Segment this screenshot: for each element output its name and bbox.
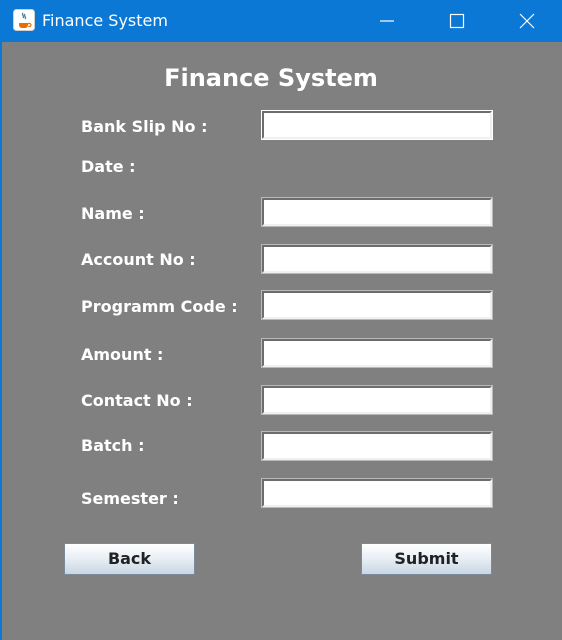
back-button[interactable]: Back — [64, 543, 195, 575]
window-title: Finance System — [42, 11, 168, 30]
maximize-icon — [449, 13, 465, 29]
program-code-field[interactable] — [261, 290, 493, 320]
program-code-label: Programm Code : — [81, 297, 238, 316]
maximize-button[interactable] — [434, 1, 480, 41]
batch-field[interactable] — [261, 431, 493, 461]
amount-field[interactable] — [261, 338, 493, 368]
account-no-field[interactable] — [261, 244, 493, 274]
minimize-icon — [380, 20, 394, 22]
bank-slip-label: Bank Slip No : — [81, 117, 208, 136]
bank-slip-field[interactable] — [261, 110, 493, 140]
contact-no-label: Contact No : — [81, 391, 193, 410]
contact-no-field[interactable] — [261, 385, 493, 415]
java-icon — [13, 9, 35, 31]
batch-label: Batch : — [81, 436, 145, 455]
minimize-button[interactable] — [364, 1, 410, 41]
close-button[interactable] — [504, 1, 550, 41]
close-icon — [519, 13, 535, 29]
form-panel: Finance System Bank Slip No : Date : Nam… — [2, 42, 562, 640]
name-label: Name : — [81, 204, 145, 223]
semester-label: Semester : — [81, 489, 179, 508]
submit-button[interactable]: Submit — [361, 543, 492, 575]
amount-label: Amount : — [81, 345, 164, 364]
date-label: Date : — [81, 157, 136, 176]
app-window: Finance System Finance System Bank Slip … — [0, 0, 562, 640]
form-heading: Finance System — [164, 64, 378, 92]
semester-field[interactable] — [261, 478, 493, 508]
title-bar[interactable]: Finance System — [1, 1, 561, 41]
name-field[interactable] — [261, 197, 493, 227]
account-no-label: Account No : — [81, 250, 196, 269]
